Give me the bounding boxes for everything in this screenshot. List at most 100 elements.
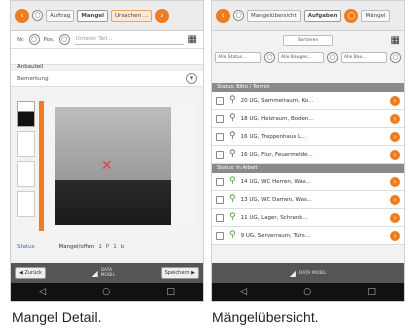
- sort-button[interactable]: Sortieren: [282, 34, 334, 46]
- pin-icon: ⚲: [229, 95, 236, 105]
- remark-value: Bemerkung: [17, 75, 49, 82]
- pin-icon: ⚲: [229, 149, 236, 159]
- android-navbar: ◁ ○ □: [11, 283, 203, 301]
- nav-home-icon[interactable]: ○: [102, 287, 110, 297]
- qty-1[interactable]: 1: [98, 244, 102, 250]
- list-item-text: 9 UG, Serverraum, Türs...: [240, 232, 310, 239]
- nav-back-icon[interactable]: ◁: [240, 287, 247, 297]
- thumbnail-2[interactable]: [17, 131, 35, 157]
- list-item[interactable]: ⚲ 11 UG, Lager, Schrank... ›: [212, 209, 404, 227]
- remark-dropdown[interactable]: Bemerkung ▾: [11, 71, 203, 87]
- checkbox[interactable]: [216, 114, 224, 123]
- chevron-right-icon[interactable]: ›: [390, 131, 400, 142]
- pin-icon: ⚲: [229, 176, 236, 186]
- status-label: Status: [17, 244, 35, 250]
- tab-mangel[interactable]: Mangel: [77, 9, 109, 22]
- logo-icon: ◢: [289, 268, 296, 278]
- save-button[interactable]: Speichern ▶: [160, 267, 199, 279]
- qty-4[interactable]: b: [121, 244, 125, 250]
- qty-2[interactable]: P: [106, 244, 109, 250]
- group-header-1: Status: Bitte / Termin: [212, 83, 404, 92]
- caption-right: Mängelübersicht.: [212, 309, 319, 325]
- logo-icon: ◢: [91, 268, 98, 278]
- filter-bauges[interactable]: Alle Bauges...: [278, 51, 324, 63]
- list-item-text: 14 UG, WC Herren, Was...: [240, 178, 311, 185]
- chevron-right-icon[interactable]: ›: [390, 149, 400, 160]
- filter-row: Alle Status... ○ Alle Bauges... ○ Alle B…: [212, 49, 404, 65]
- checkbox[interactable]: [216, 132, 224, 141]
- list-item-text: 20 UG, Sammelraum, Ko...: [240, 97, 314, 104]
- nav-back-icon[interactable]: ◁: [39, 287, 46, 297]
- back-button[interactable]: ◀ Zurück: [15, 267, 46, 279]
- pin-icon: ⚲: [229, 230, 236, 240]
- photo-image: [55, 107, 171, 225]
- list-item-text: 16 UG, Treppenhaus L...: [240, 133, 307, 140]
- detail-topbar: ‹ ○ Auftrag Mangel Ursachen ... ›: [11, 1, 203, 31]
- list-item[interactable]: ⚲ 20 UG, Sammelraum, Ko... ›: [212, 92, 404, 110]
- defect-marker-icon[interactable]: ✕: [101, 159, 113, 173]
- detail-fields-row: Nr. ○ Pos. ○ Unterer Teil... ▦: [11, 31, 203, 49]
- qr-code-icon[interactable]: ▦: [391, 35, 400, 46]
- thumbnail-3[interactable]: [17, 161, 35, 187]
- nav-recents-icon[interactable]: □: [367, 287, 376, 297]
- chevron-right-icon[interactable]: ›: [390, 95, 400, 106]
- chevron-right-icon[interactable]: ›: [390, 113, 400, 124]
- overview-screen: ‹ ○ Mangelübersicht Aufgaben ○ Mängel So…: [211, 0, 405, 302]
- pin-icon: ⚲: [229, 194, 236, 204]
- list-item[interactable]: ⚲ 16 UG, Treppenhaus L... ›: [212, 128, 404, 146]
- pos-picker-icon[interactable]: ○: [58, 34, 70, 45]
- tab-maengel[interactable]: Mängel: [361, 9, 390, 22]
- nav-home-icon[interactable]: ○: [303, 287, 311, 297]
- status-value[interactable]: Mangel/offen: [59, 244, 95, 250]
- list-item[interactable]: ⚲ 13 UG, WC Damen, Was... ›: [212, 191, 404, 209]
- checkbox[interactable]: [216, 231, 224, 240]
- tab-ursachen[interactable]: Ursachen ...: [111, 9, 152, 22]
- thumbnail-strip: [17, 101, 35, 231]
- title-value: Anbauteil: [17, 64, 44, 70]
- list-item[interactable]: ⚲ 14 UG, WC Herren, Was... ›: [212, 173, 404, 191]
- pos-input[interactable]: Unterer Teil...: [73, 34, 184, 45]
- list-item[interactable]: ⚲ 16 UG, Flur, Feuermelde... ›: [212, 146, 404, 164]
- checkbox[interactable]: [216, 96, 224, 105]
- status-row: Status Mangel/offen 1 P 1 b: [11, 239, 203, 255]
- pin-icon: ⚲: [229, 113, 236, 123]
- nav-recents-icon[interactable]: □: [166, 287, 175, 297]
- checkbox[interactable]: [216, 150, 224, 159]
- field-pos-label: Pos.: [43, 36, 55, 43]
- list-item-text: 13 UG, WC Damen, Was...: [240, 196, 313, 203]
- list-item[interactable]: ⚲ 18 UG, Heizraum, Boden... ›: [212, 110, 404, 128]
- checkbox[interactable]: [216, 213, 224, 222]
- qty-3[interactable]: 1: [113, 244, 117, 250]
- checkbox[interactable]: [216, 177, 224, 186]
- thumbnail-4[interactable]: [17, 191, 35, 217]
- chevron-right-icon[interactable]: ›: [390, 194, 400, 205]
- chevron-right-icon[interactable]: ›: [390, 176, 400, 187]
- back-icon[interactable]: ‹: [216, 8, 230, 23]
- order-icon: ○: [32, 10, 43, 21]
- pin-icon: ⚲: [229, 212, 236, 222]
- main-photo[interactable]: ✕: [47, 101, 197, 231]
- tab-aufgaben[interactable]: Aufgaben: [303, 9, 342, 22]
- tab-mangeluebersicht[interactable]: Mangelübersicht: [247, 9, 301, 22]
- brand-logo: ◢ DATA MOBIL: [91, 268, 116, 278]
- back-icon[interactable]: ‹: [15, 8, 29, 23]
- android-navbar: ◁ ○ □: [212, 283, 404, 301]
- tab-auftrag[interactable]: Auftrag: [46, 9, 75, 22]
- checkbox[interactable]: [216, 195, 224, 204]
- list-item-text: 18 UG, Heizraum, Boden...: [240, 115, 314, 122]
- qr-code-icon[interactable]: ▦: [188, 34, 197, 45]
- list-item[interactable]: ⚲ 9 UG, Serverraum, Türs... ›: [212, 227, 404, 245]
- title-field[interactable]: Anbauteil: [11, 49, 203, 70]
- forward-icon[interactable]: ›: [154, 8, 169, 23]
- filter-bau-icon[interactable]: ○: [390, 51, 401, 63]
- filter-status[interactable]: Alle Status...: [215, 51, 261, 63]
- nr-picker-icon[interactable]: ○: [28, 34, 40, 45]
- chevron-down-icon: ▾: [186, 73, 197, 84]
- filter-status-icon[interactable]: ○: [264, 51, 275, 63]
- chevron-right-icon[interactable]: ›: [390, 230, 400, 241]
- filter-bauges-icon[interactable]: ○: [327, 51, 338, 63]
- filter-bau[interactable]: Alle Bau...: [341, 51, 387, 63]
- chevron-right-icon[interactable]: ›: [390, 212, 400, 223]
- overview-icon: ○: [233, 10, 244, 21]
- thumbnail-1[interactable]: [17, 101, 35, 127]
